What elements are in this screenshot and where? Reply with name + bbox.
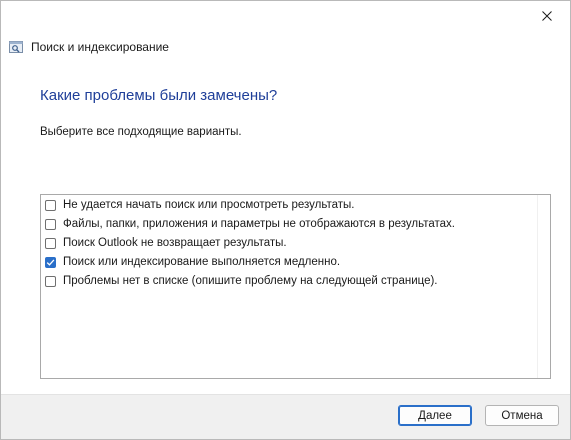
checkbox[interactable]	[45, 275, 56, 287]
option-search-slow[interactable]: Поиск или индексирование выполняется мед…	[45, 254, 340, 270]
instruction-text: Выберите все подходящие варианты.	[40, 126, 242, 138]
checkbox[interactable]	[45, 256, 56, 268]
option-label: Поиск или индексирование выполняется мед…	[63, 256, 341, 268]
option-label: Не удается начать поиск или просмотреть …	[63, 199, 355, 211]
option-cannot-start-search[interactable]: Не удается начать поиск или просмотреть …	[45, 197, 355, 213]
close-icon	[542, 11, 552, 21]
checkbox[interactable]	[45, 237, 56, 249]
search-settings-icon	[9, 40, 23, 54]
option-label: Поиск Outlook не возвращает результаты.	[63, 237, 287, 249]
dialog-header: Поиск и индексирование	[9, 39, 169, 55]
options-list: Не удается начать поиск или просмотреть …	[40, 194, 551, 379]
next-button[interactable]: Далее	[398, 405, 472, 426]
option-label: Файлы, папки, приложения и параметры не …	[63, 218, 455, 230]
check-icon	[46, 258, 55, 266]
close-button[interactable]	[524, 1, 570, 31]
page-title: Какие проблемы были замечены?	[40, 87, 278, 104]
option-files-not-shown[interactable]: Файлы, папки, приложения и параметры не …	[45, 216, 455, 232]
option-problem-not-listed[interactable]: Проблемы нет в списке (опишите проблему …	[45, 273, 438, 289]
option-outlook-no-results[interactable]: Поиск Outlook не возвращает результаты.	[45, 235, 287, 251]
dialog-footer: Далее Отмена	[1, 394, 570, 439]
checkbox[interactable]	[45, 199, 56, 211]
scrollbar[interactable]	[537, 195, 550, 378]
cancel-button[interactable]: Отмена	[485, 405, 559, 426]
checkbox[interactable]	[45, 218, 56, 230]
app-title: Поиск и индексирование	[31, 40, 169, 54]
title-bar	[1, 1, 570, 33]
option-label: Проблемы нет в списке (опишите проблему …	[63, 275, 438, 287]
dialog-window: Поиск и индексирование Какие проблемы бы…	[0, 0, 571, 440]
